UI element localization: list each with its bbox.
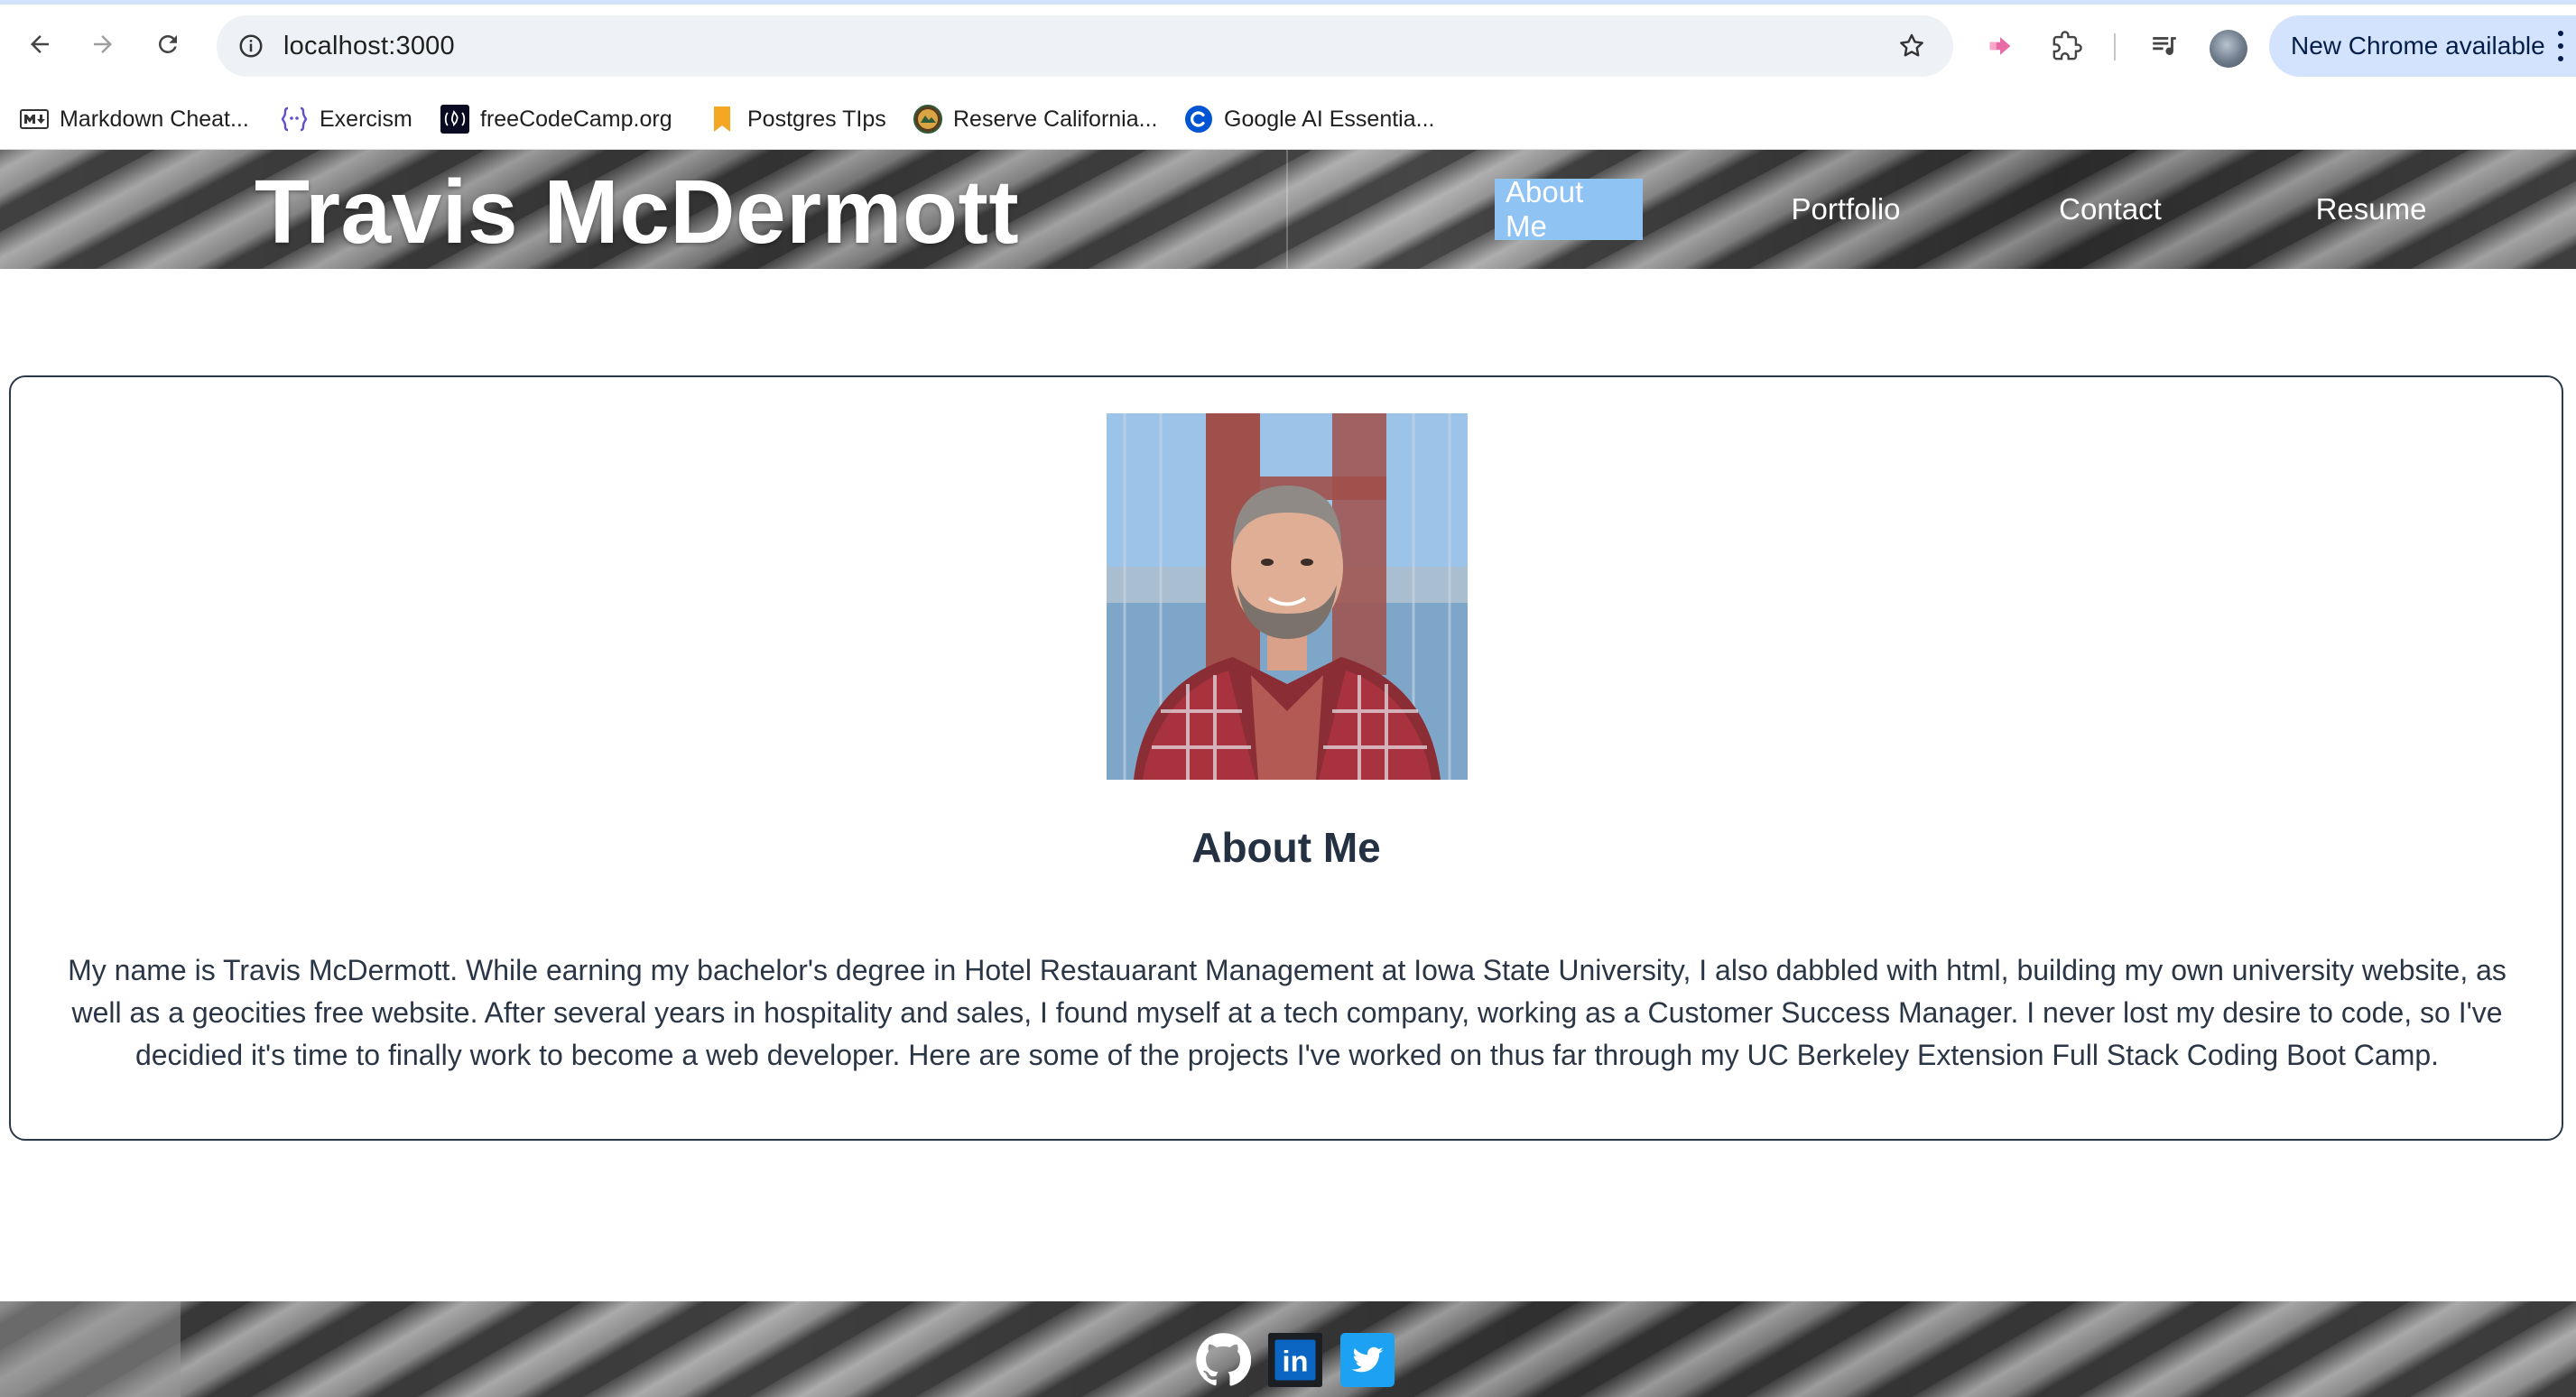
markdown-icon — [20, 105, 49, 134]
about-heading: About Me — [1191, 824, 1381, 871]
linkedin-logo-text: in — [1283, 1346, 1309, 1378]
kebab-menu-icon[interactable] — [2554, 31, 2567, 61]
back-button[interactable] — [20, 24, 60, 64]
bookmark-freecodecamp[interactable]: freeCodeCamp.org — [440, 99, 672, 139]
bookmark-label: Reserve California... — [953, 106, 1158, 132]
update-label: New Chrome available — [2291, 32, 2545, 60]
exercism-icon — [280, 105, 309, 134]
extensions-puzzle-icon[interactable] — [2047, 26, 2087, 66]
about-body-text: My name is Travis McDermott. While earni… — [68, 954, 2507, 1071]
freecodecamp-icon — [440, 105, 469, 134]
github-link[interactable] — [1195, 1332, 1251, 1388]
bookmarks-bar: Markdown Cheat... Exercism freeCodeCamp.… — [0, 90, 2576, 150]
bookmark-exercism[interactable]: Exercism — [280, 99, 412, 139]
reserve-california-icon — [913, 105, 942, 134]
nav-contact[interactable]: Contact — [2043, 179, 2177, 240]
bookmark-postgres-tips[interactable]: Postgres TIps — [708, 99, 886, 139]
header-divider — [1286, 150, 1288, 269]
about-me-card: About Me My name is Travis McDermott. Wh… — [9, 375, 2563, 1141]
site-header: Travis McDermott About Me Portfolio Cont… — [0, 150, 2576, 269]
twitter-icon — [1340, 1333, 1395, 1387]
linkedin-link[interactable]: in — [1267, 1332, 1323, 1388]
address-bar[interactable]: localhost:3000 — [217, 15, 1953, 77]
bookmark-reserve-california[interactable]: Reserve California... — [913, 99, 1157, 139]
site-title: Travis McDermott — [255, 162, 1020, 263]
nav-about-me[interactable]: About Me — [1495, 175, 1643, 243]
forward-button[interactable] — [83, 24, 123, 64]
extension-arrow-icon[interactable] — [1980, 26, 2020, 66]
page-viewport: Travis McDermott About Me Portfolio Cont… — [0, 150, 2576, 1397]
bookmark-label: freeCodeCamp.org — [480, 106, 672, 132]
bookmark-google-ai-essentials[interactable]: Google AI Essentia... — [1184, 99, 1434, 139]
url-text: localhost:3000 — [283, 32, 455, 60]
browser-chrome: localhost:3000 New Chrome available Mark… — [0, 0, 2576, 150]
nav-resume[interactable]: Resume — [2305, 179, 2437, 240]
bookmark-star-icon[interactable] — [1894, 28, 1930, 64]
bookmark-label: Markdown Cheat... — [60, 106, 249, 132]
toolbar-separator — [2114, 33, 2116, 60]
footer-left-block — [0, 1301, 181, 1397]
bookmark-label: Exercism — [320, 106, 412, 132]
browser-toolbar: localhost:3000 New Chrome available — [0, 5, 2576, 90]
site-info-icon[interactable] — [233, 28, 269, 64]
back-arrow-icon — [31, 35, 49, 53]
nav-portfolio[interactable]: Portfolio — [1776, 179, 1915, 240]
bookmark-markdown-cheat[interactable]: Markdown Cheat... — [20, 99, 249, 139]
twitter-link[interactable] — [1339, 1332, 1395, 1388]
media-controls-icon[interactable] — [2145, 26, 2184, 66]
coursera-icon — [1184, 105, 1213, 134]
reload-icon — [159, 34, 177, 53]
linkedin-icon: in — [1268, 1333, 1322, 1387]
new-chrome-available-button[interactable]: New Chrome available — [2269, 15, 2576, 77]
bookmark-label: Google AI Essentia... — [1224, 106, 1435, 132]
site-footer: in — [0, 1301, 2576, 1397]
reload-button[interactable] — [148, 24, 188, 64]
profile-photo — [1107, 413, 1468, 780]
bookmark-label: Postgres TIps — [747, 106, 886, 132]
bookmark-icon — [708, 105, 737, 134]
github-icon — [1196, 1333, 1251, 1386]
forward-arrow-icon — [94, 35, 112, 53]
profile-avatar[interactable] — [2210, 30, 2247, 68]
